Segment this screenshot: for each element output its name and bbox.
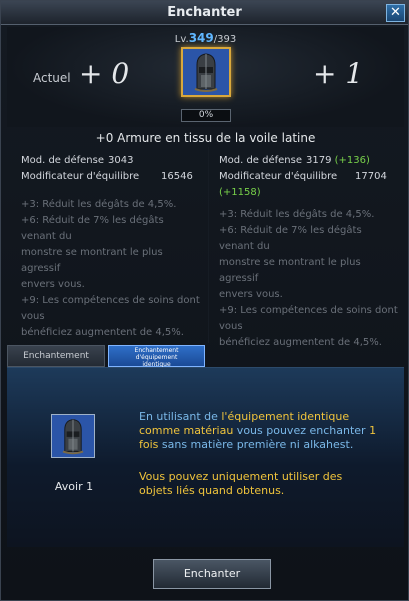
desc-text: vous pouvez enchanter bbox=[233, 424, 370, 437]
bonus-line: bénéficiez augmentent de 4,5%. bbox=[21, 327, 184, 338]
current-stats-column: Mod. de défense 3043 Modificateur d'équil… bbox=[21, 153, 201, 341]
next-stats-column: Mod. de défense 3179 (+136) Modificateur … bbox=[219, 153, 399, 351]
enchant-tabs: Enchantement normal Enchantement d'équip… bbox=[7, 345, 404, 381]
defense-value: 3179 bbox=[306, 155, 332, 166]
bonus-line: +9: Les compétences de soins dont vous bbox=[21, 295, 200, 322]
bonus-line: +3: Réduit les dégâts de 4,5%. bbox=[219, 209, 375, 220]
bonus-line: +6: Réduit de 7% les dégâts venant du bbox=[21, 215, 164, 242]
current-bonus-list: +3: Réduit les dégâts de 4,5%. +6: Rédui… bbox=[21, 197, 201, 341]
balance-value: 16546 bbox=[161, 171, 193, 182]
defense-label: Mod. de défense bbox=[21, 155, 105, 166]
item-level: Lv.349/393 bbox=[7, 31, 404, 45]
level-current: 349 bbox=[188, 31, 214, 45]
current-defense-row: Mod. de défense 3043 bbox=[21, 153, 201, 169]
balance-value: 17704 bbox=[355, 171, 387, 182]
enchant-progress: 0% bbox=[181, 109, 231, 122]
desc-text: En utilisant de bbox=[139, 410, 222, 423]
material-item-slot[interactable] bbox=[51, 414, 95, 458]
level-prefix: Lv. bbox=[174, 34, 189, 45]
enchant-header-panel: Lv.349/393 Actuel + 0 + 1 0% bbox=[7, 27, 404, 127]
defense-bonus: (+136) bbox=[334, 155, 370, 166]
balance-label: Modificateur d'équilibre bbox=[21, 171, 140, 182]
bonus-line: envers vous. bbox=[219, 289, 283, 300]
tab-normal-enchant[interactable]: Enchantement normal bbox=[7, 345, 105, 381]
current-label: Actuel bbox=[33, 71, 71, 85]
desc-text: sans matière première ni alkahest. bbox=[158, 438, 354, 451]
tab-label-line: Enchantement bbox=[134, 347, 179, 354]
target-item-slot[interactable] bbox=[181, 47, 231, 97]
current-balance-row: Modificateur d'équilibre 16546 bbox=[21, 169, 201, 185]
bonus-line: +9: Les compétences de soins dont vous bbox=[219, 305, 398, 332]
tab-label-line: d'équipement bbox=[135, 354, 178, 361]
current-enchant-level: + 0 bbox=[79, 57, 130, 90]
material-description: En utilisant de l'équipement identique c… bbox=[139, 410, 379, 452]
bonus-line: +6: Réduit de 7% les dégâts venant du bbox=[219, 225, 362, 252]
column-divider bbox=[208, 147, 209, 343]
helmet-icon bbox=[52, 415, 94, 457]
defense-value: 3043 bbox=[108, 155, 134, 166]
defense-label: Mod. de défense bbox=[219, 155, 303, 166]
title-bar[interactable]: Enchanter ✕ bbox=[1, 1, 408, 25]
helmet-icon bbox=[183, 49, 229, 95]
tab-identical-equipment[interactable]: Enchantement d'équipement identique bbox=[108, 345, 205, 368]
next-balance-row: Modificateur d'équilibre 17704 bbox=[219, 169, 399, 185]
material-panel: Avoir 1 En utilisant de l'équipement ide… bbox=[7, 367, 404, 547]
balance-bonus: (+1158) bbox=[219, 187, 261, 198]
balance-label: Modificateur d'équilibre bbox=[219, 171, 338, 182]
close-button[interactable]: ✕ bbox=[386, 4, 405, 22]
material-count: Avoir 1 bbox=[54, 480, 94, 493]
bound-items-note: Vous pouvez uniquement utiliser des obje… bbox=[139, 470, 343, 497]
bonus-line: monstre se montrant le plus agressif bbox=[219, 257, 361, 284]
item-name: +0 Armure en tissu de la voile latine bbox=[95, 131, 316, 145]
next-defense-row: Mod. de défense 3179 (+136) bbox=[219, 153, 399, 169]
window-title: Enchanter bbox=[167, 5, 242, 20]
next-bonus-list: +3: Réduit les dégâts de 4,5%. +6: Rédui… bbox=[219, 207, 399, 351]
enchant-button[interactable]: Enchanter bbox=[153, 559, 271, 589]
level-max: /393 bbox=[213, 34, 237, 45]
bonus-line: envers vous. bbox=[21, 279, 85, 290]
bonus-line: +3: Réduit les dégâts de 4,5%. bbox=[21, 199, 177, 210]
enchant-window: Enchanter ✕ Lv.349/393 Actuel + 0 + 1 0%… bbox=[0, 0, 409, 601]
next-enchant-level: + 1 bbox=[313, 57, 364, 90]
stats-comparison: Mod. de défense 3043 Modificateur d'équil… bbox=[7, 147, 404, 348]
bonus-line: monstre se montrant le plus agressif bbox=[21, 247, 163, 274]
